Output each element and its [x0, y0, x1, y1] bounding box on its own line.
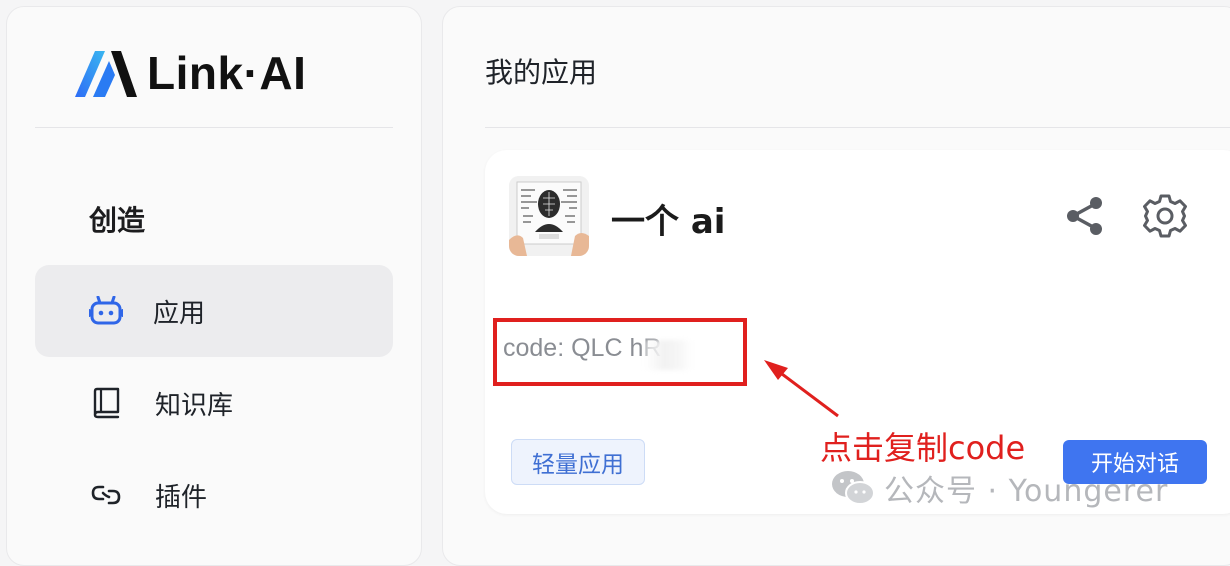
share-icon [1067, 197, 1102, 235]
settings-icon [1143, 194, 1187, 238]
sidebar-divider [35, 127, 393, 128]
sidebar-item-label: 知识库 [155, 390, 234, 421]
sidebar-item-label: 应用 [153, 298, 206, 329]
app-type-tag: 轻量应用 [511, 439, 645, 485]
app-code[interactable]: code: QLC hR [503, 334, 661, 363]
code-redaction [645, 340, 693, 370]
sidebar-item-label: 插件 [155, 482, 208, 513]
robot-icon [89, 294, 123, 328]
link-icon [89, 478, 123, 512]
sidebar-item-knowledge[interactable]: 知识库 [35, 357, 393, 449]
logo-text: Link·AI [147, 47, 307, 99]
wechat-icon [832, 471, 875, 505]
settings-button[interactable] [1141, 192, 1189, 240]
book-icon [89, 386, 123, 420]
app-name: 一个 ai [611, 202, 726, 242]
link-ai-logo-icon [75, 51, 137, 97]
main-divider [485, 127, 1230, 128]
section-title: 创造 [89, 204, 146, 237]
app-avatar [509, 176, 589, 256]
annotation-label: 点击复制code [820, 429, 1026, 467]
sidebar-item-plugins[interactable]: 插件 [35, 449, 393, 541]
watermark-text: 公众号 · Youngerer [884, 474, 1169, 509]
logo[interactable]: Link·AI [75, 45, 306, 101]
sidebar-item-apps[interactable]: 应用 [35, 265, 393, 357]
watermark: 公众号 · Youngerer [830, 466, 1168, 510]
share-button[interactable] [1063, 194, 1107, 238]
sidebar: Link·AI 创造 应用 知识库 插件 [6, 6, 422, 566]
page-title: 我的应用 [485, 56, 598, 89]
